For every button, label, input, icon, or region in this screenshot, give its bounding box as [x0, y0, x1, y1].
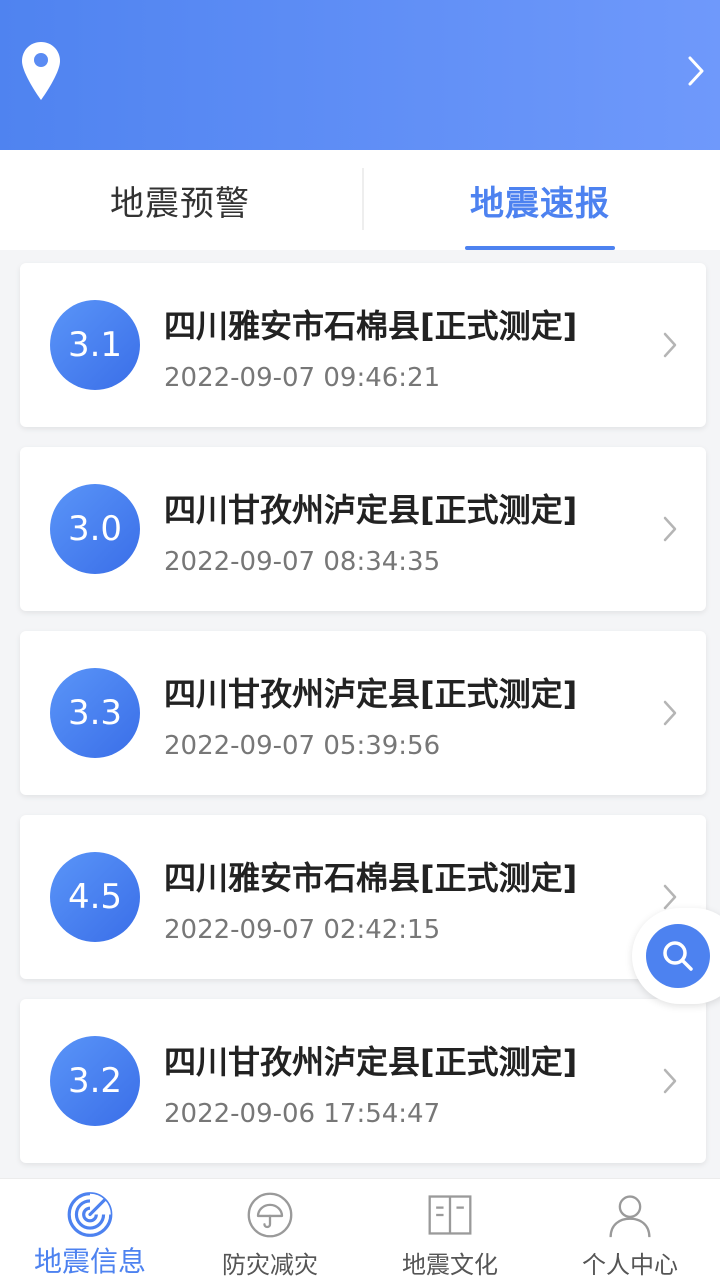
magnitude-badge: 3.2	[50, 1036, 140, 1126]
umbrella-icon	[247, 1192, 293, 1238]
quake-time: 2022-09-07 02:42:15	[164, 915, 441, 945]
magnitude-badge: 3.0	[50, 484, 140, 574]
chevron-right-icon	[663, 332, 677, 358]
quake-location: 四川甘孜州泸定县[正式测定]	[164, 491, 578, 529]
nav-label: 个人中心	[582, 1251, 678, 1279]
quake-list: 3.1 四川雅安市石棉县[正式测定] 2022-09-07 09:46:21 3…	[20, 263, 706, 1183]
list-item[interactable]: 3.3 四川甘孜州泸定县[正式测定] 2022-09-07 05:39:56	[20, 631, 706, 795]
magnitude-badge: 4.5	[50, 852, 140, 942]
chevron-right-icon	[663, 1068, 677, 1094]
tab-label: 地震预警	[110, 183, 250, 224]
tab-label: 地震速报	[470, 183, 610, 224]
chevron-right-icon	[663, 884, 677, 910]
magnitude-badge: 3.1	[50, 300, 140, 390]
app-header	[0, 0, 720, 150]
tab-early-warning[interactable]: 地震预警	[0, 150, 360, 250]
quake-location: 四川雅安市石棉县[正式测定]	[164, 307, 578, 345]
book-icon	[428, 1195, 472, 1235]
nav-label: 地震文化	[402, 1251, 498, 1279]
quake-location: 四川甘孜州泸定县[正式测定]	[164, 675, 578, 713]
bottom-nav: 地震信息 防灾减灾 地震文化 个人中心	[0, 1178, 720, 1280]
quake-location: 四川雅安市石棉县[正式测定]	[164, 859, 578, 897]
tab-quick-report[interactable]: 地震速报	[360, 150, 720, 250]
search-button-circle	[646, 924, 710, 988]
chevron-right-icon	[663, 516, 677, 542]
quake-time: 2022-09-07 09:46:21	[164, 363, 441, 393]
list-item[interactable]: 3.1 四川雅安市石棉县[正式测定] 2022-09-07 09:46:21	[20, 263, 706, 427]
search-icon	[663, 941, 693, 971]
chevron-right-icon	[663, 700, 677, 726]
nav-label: 地震信息	[33, 1245, 146, 1278]
nav-item-profile[interactable]: 个人中心	[540, 1179, 720, 1280]
chevron-right-icon[interactable]	[686, 54, 706, 88]
list-item[interactable]: 3.2 四川甘孜州泸定县[正式测定] 2022-09-06 17:54:47	[20, 999, 706, 1163]
nav-label: 防灾减灾	[222, 1251, 318, 1279]
user-icon	[609, 1195, 651, 1238]
nav-item-quake-culture[interactable]: 地震文化	[360, 1179, 540, 1280]
quake-time: 2022-09-06 17:54:47	[164, 1099, 441, 1129]
tab-divider	[362, 168, 364, 230]
nav-item-quake-info[interactable]: 地震信息	[0, 1179, 180, 1280]
tab-bar: 地震预警 地震速报	[0, 150, 720, 250]
list-item[interactable]: 3.0 四川甘孜州泸定县[正式测定] 2022-09-07 08:34:35	[20, 447, 706, 611]
quake-location: 四川甘孜州泸定县[正式测定]	[164, 1043, 578, 1081]
location-pin-icon[interactable]	[20, 40, 62, 102]
floating-search-button[interactable]	[632, 908, 720, 1004]
magnitude-badge: 3.3	[50, 668, 140, 758]
nav-item-disaster-prevention[interactable]: 防灾减灾	[180, 1179, 360, 1280]
quake-time: 2022-09-07 05:39:56	[164, 731, 441, 761]
list-item[interactable]: 4.5 四川雅安市石棉县[正式测定] 2022-09-07 02:42:15	[20, 815, 706, 979]
quake-time: 2022-09-07 08:34:35	[164, 547, 441, 577]
radar-icon	[67, 1192, 113, 1237]
